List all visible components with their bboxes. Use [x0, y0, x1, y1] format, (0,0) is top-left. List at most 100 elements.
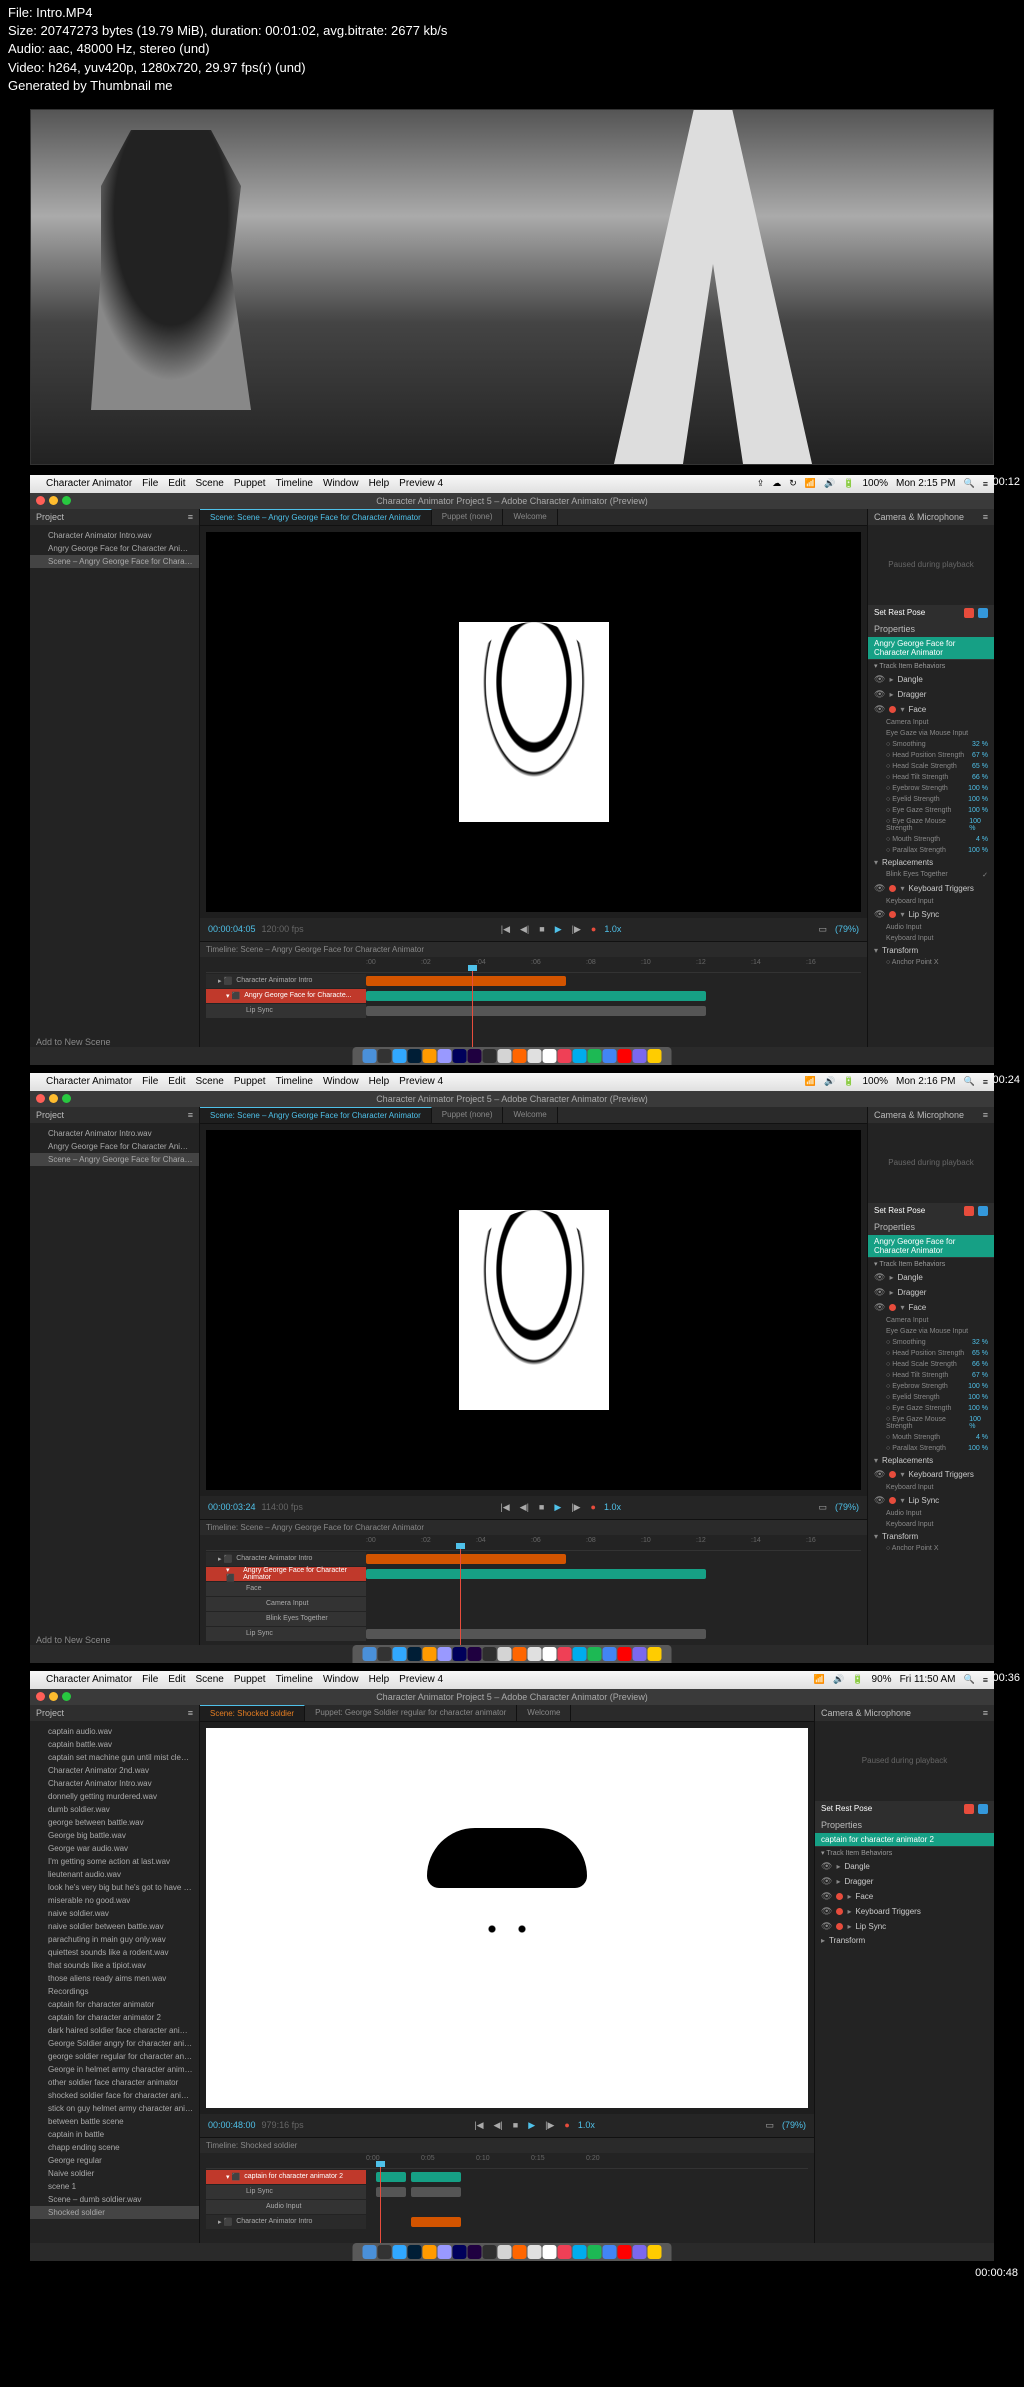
ps-icon[interactable] — [393, 1647, 407, 1661]
project-item[interactable]: Character Animator Intro.wav — [30, 529, 199, 542]
project-item[interactable]: chapp ending scene — [30, 2141, 199, 2154]
menu-app[interactable]: Character Animator — [46, 478, 132, 489]
zoom-pct[interactable]: (79%) — [782, 2120, 806, 2130]
audio-clip[interactable] — [366, 976, 566, 986]
project-item[interactable]: Shocked soldier — [30, 2206, 199, 2219]
menu-scene[interactable]: Scene — [196, 478, 224, 489]
project-item[interactable]: captain for character animator 2 — [30, 2011, 199, 2024]
finder-icon[interactable] — [363, 2245, 377, 2259]
goto-start-button[interactable]: |◀ — [472, 2118, 485, 2133]
project-item[interactable]: I'm getting some action at last.wav — [30, 1855, 199, 1868]
clock[interactable]: Fri 11:50 AM — [900, 1674, 956, 1685]
audio-clip[interactable] — [411, 2217, 461, 2227]
pocket-icon[interactable] — [558, 2245, 572, 2259]
project-item[interactable]: quiettest sounds like a rodent.wav — [30, 1946, 199, 1959]
zoom-pct[interactable]: (79%) — [835, 924, 859, 934]
project-item[interactable]: Naive soldier — [30, 2167, 199, 2180]
track-behaviors-header[interactable]: ▾ Track Item Behaviors — [815, 1846, 994, 1859]
prev-frame-button[interactable]: ◀| — [518, 922, 531, 937]
playhead[interactable] — [472, 971, 473, 1047]
lr-icon[interactable] — [378, 1647, 392, 1661]
spotify-icon[interactable] — [588, 2245, 602, 2259]
set-rest-pose-button[interactable]: Set Rest Pose — [821, 1804, 872, 1814]
panel-menu-icon[interactable]: ≡ — [983, 1708, 988, 1718]
project-item[interactable]: those aliens ready aims men.wav — [30, 1972, 199, 1985]
behavior-face[interactable]: 👁▸Face — [815, 1889, 994, 1904]
slack-icon[interactable] — [633, 2245, 647, 2259]
set-rest-pose-button[interactable]: Set Rest Pose — [874, 1206, 925, 1216]
project-item[interactable]: captain for character animator — [30, 1998, 199, 2011]
track-puppet[interactable]: ▾ ⬛Angry George Face for Character Anima… — [206, 1567, 366, 1581]
project-item[interactable]: George Soldier angry for character anima… — [30, 2037, 199, 2050]
welcome-tab[interactable]: Welcome — [503, 1107, 557, 1123]
track-lipsync[interactable]: Lip Sync — [206, 1004, 366, 1018]
project-item[interactable]: dumb soldier.wav — [30, 1803, 199, 1816]
clock[interactable]: Mon 2:15 PM — [896, 478, 955, 489]
fit-button[interactable]: ▭ — [816, 1500, 829, 1515]
behavior-lipsync[interactable]: 👁▸Lip Sync — [815, 1919, 994, 1934]
face-eyegaze-mouse-str[interactable]: ○ Eye Gaze Mouse Strength100 % — [868, 816, 994, 834]
face-smoothing[interactable]: ○ Smoothing32 % — [868, 1337, 994, 1348]
dock[interactable] — [353, 2243, 672, 2261]
terminal-icon[interactable] — [483, 1647, 497, 1661]
behavior-replacements[interactable]: ▾Replacements — [868, 856, 994, 869]
face-camera-input[interactable]: Camera Input — [868, 717, 994, 728]
scene-tab[interactable]: Scene: Scene – Angry George Face for Cha… — [200, 1107, 432, 1123]
face-parallax[interactable]: ○ Parallax Strength100 % — [868, 845, 994, 856]
itunes-icon[interactable] — [513, 1049, 527, 1063]
fit-button[interactable]: ▭ — [763, 2118, 776, 2133]
clock[interactable]: Mon 2:16 PM — [896, 1076, 955, 1087]
panel-menu-icon[interactable]: ≡ — [983, 1110, 988, 1120]
playhead[interactable] — [460, 1549, 461, 1645]
vlc-icon[interactable] — [618, 1049, 632, 1063]
menu-puppet[interactable]: Puppet — [234, 1674, 266, 1685]
face-smoothing[interactable]: ○ Smoothing32 % — [868, 739, 994, 750]
track-behaviors-header[interactable]: ▾ Track Item Behaviors — [868, 659, 994, 672]
maximize-button[interactable] — [62, 496, 71, 505]
au-icon[interactable] — [453, 1049, 467, 1063]
next-frame-button[interactable]: |▶ — [543, 2118, 556, 2133]
panel-menu-icon[interactable]: ≡ — [188, 512, 193, 522]
camera-toggle-icon[interactable] — [964, 608, 974, 618]
track-lipsync[interactable]: Lip Sync — [206, 1627, 366, 1641]
dropbox-icon[interactable]: ⇪ — [757, 478, 765, 489]
mic-toggle-icon[interactable] — [978, 1206, 988, 1216]
project-item[interactable]: george between battle.wav — [30, 1816, 199, 1829]
ps-icon[interactable] — [393, 1049, 407, 1063]
track-blink[interactable]: Blink Eyes Together — [206, 1612, 366, 1626]
volume-icon[interactable]: 🔊 — [824, 478, 835, 489]
behavior-transform[interactable]: ▸Transform — [815, 1934, 994, 1947]
next-frame-button[interactable]: |▶ — [570, 922, 583, 937]
pr-icon[interactable] — [423, 1647, 437, 1661]
stop-button[interactable]: ■ — [537, 922, 546, 936]
playhead[interactable] — [380, 2167, 381, 2243]
project-item[interactable]: lieutenant audio.wav — [30, 1868, 199, 1881]
face-eyelid[interactable]: ○ Eyelid Strength100 % — [868, 1392, 994, 1403]
behavior-dragger[interactable]: 👁▸Dragger — [868, 1285, 994, 1300]
project-item[interactable]: captain set machine gun until mist clear… — [30, 1751, 199, 1764]
project-item[interactable]: between battle scene — [30, 2115, 199, 2128]
project-item[interactable]: that sounds like a tipiot.wav — [30, 1959, 199, 1972]
scene-tab[interactable]: Scene: Shocked soldier — [200, 1705, 305, 1721]
behavior-transform[interactable]: ▾Transform — [868, 1530, 994, 1543]
menu-icon[interactable]: ≡ — [983, 479, 988, 489]
record-button[interactable]: ● — [589, 1500, 598, 1514]
timeline[interactable]: :00:02:04:06:08:10:12:14:16 ▸ ⬛Character… — [200, 957, 867, 1047]
menu-app[interactable]: Character Animator — [46, 1674, 132, 1685]
menu-icon[interactable]: ≡ — [983, 1077, 988, 1087]
camera-toggle-icon[interactable] — [964, 1206, 974, 1216]
track-main[interactable]: ▸ ⬛Character Animator Intro — [206, 2215, 366, 2229]
twitter-icon[interactable] — [573, 2245, 587, 2259]
track-camera-input[interactable]: Camera Input — [206, 1597, 366, 1611]
slack-icon[interactable] — [633, 1647, 647, 1661]
goto-start-button[interactable]: |◀ — [499, 922, 512, 937]
behavior-dangle[interactable]: 👁▸Dangle — [868, 1270, 994, 1285]
camera-toggle-icon[interactable] — [964, 1804, 974, 1814]
teal-clip-2[interactable] — [411, 2172, 461, 2182]
ai-icon[interactable] — [408, 1049, 422, 1063]
pr-icon[interactable] — [423, 1049, 437, 1063]
project-item[interactable]: parachuting in main guy only.wav — [30, 1933, 199, 1946]
menu-file[interactable]: File — [142, 478, 158, 489]
behavior-transform[interactable]: ▾Transform — [868, 944, 994, 957]
blink-eyes-together[interactable]: Blink Eyes Together✓ — [868, 869, 994, 881]
